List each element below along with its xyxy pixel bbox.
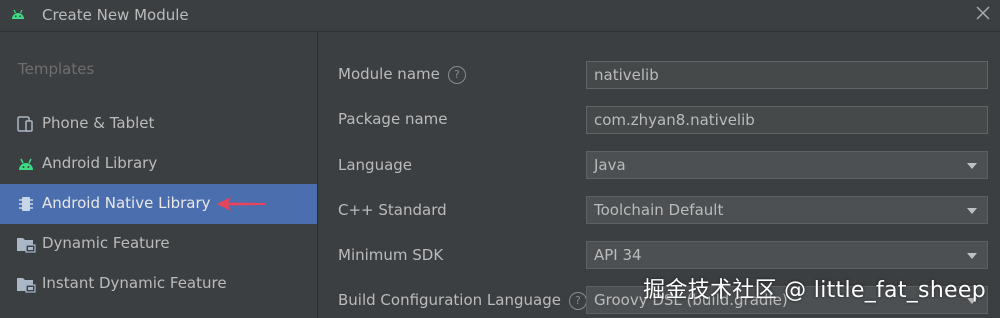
build-config-label: Build Configuration Language?: [338, 291, 587, 310]
min-sdk-value: API 34: [594, 246, 642, 264]
package-name-input[interactable]: com.zhyan8.nativelib: [586, 106, 988, 134]
templates-heading: Templates: [18, 60, 95, 78]
min-sdk-label: Minimum SDK: [338, 246, 444, 264]
module-name-input[interactable]: nativelib: [586, 61, 988, 89]
close-icon[interactable]: [974, 4, 992, 22]
template-android-library[interactable]: Android Library: [0, 144, 317, 184]
templates-sidebar: Templates Phone & Tablet Android Library…: [0, 32, 318, 318]
template-label: Android Library: [42, 154, 158, 172]
chevron-down-icon: [967, 208, 977, 214]
chevron-down-icon: [967, 163, 977, 169]
template-label: Android Native Library: [42, 194, 211, 212]
cpp-standard-dropdown[interactable]: Toolchain Default: [586, 196, 988, 224]
folder-module-icon: [17, 278, 36, 293]
window-title: Create New Module: [42, 6, 189, 24]
chip-icon: [19, 197, 33, 211]
package-name-label: Package name: [338, 110, 448, 128]
help-icon[interactable]: ?: [447, 66, 466, 84]
chevron-down-icon: [967, 253, 977, 259]
template-dynamic-feature[interactable]: Dynamic Feature: [0, 224, 317, 264]
cpp-standard-value: Toolchain Default: [594, 201, 724, 219]
template-android-native-library[interactable]: Android Native Library: [0, 184, 317, 224]
title-bar: Create New Module: [0, 0, 1000, 32]
cpp-standard-label: C++ Standard: [338, 201, 447, 219]
watermark: 掘金技术社区 @ little_fat_sheep: [643, 278, 986, 303]
help-icon[interactable]: ?: [568, 292, 587, 310]
min-sdk-dropdown[interactable]: API 34: [586, 241, 988, 269]
template-label: Instant Dynamic Feature: [42, 274, 227, 292]
language-label: Language: [338, 156, 413, 174]
language-value: Java: [594, 156, 626, 174]
template-label: Phone & Tablet: [42, 114, 155, 132]
language-dropdown[interactable]: Java: [586, 151, 988, 179]
android-icon: [12, 9, 24, 19]
template-label: Dynamic Feature: [42, 234, 170, 252]
folder-module-icon: [17, 238, 36, 253]
android-icon: [19, 158, 33, 170]
module-name-label: Module name?: [338, 65, 466, 84]
pointer-arrow-icon: [217, 197, 265, 211]
template-phone-tablet[interactable]: Phone & Tablet: [0, 104, 317, 144]
phone-tablet-icon: [17, 116, 33, 132]
template-instant-dynamic-feature[interactable]: Instant Dynamic Feature: [0, 264, 317, 304]
